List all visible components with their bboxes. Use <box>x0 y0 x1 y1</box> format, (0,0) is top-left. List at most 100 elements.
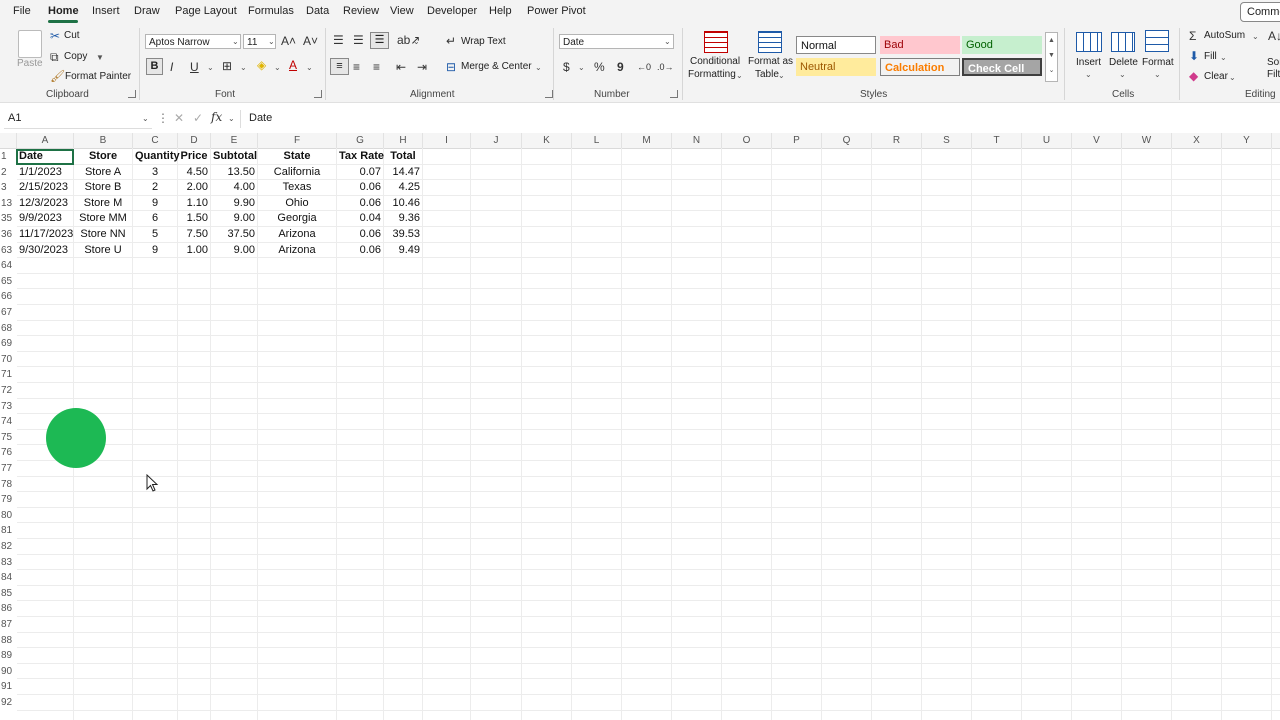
align-left-icon[interactable]: ≡ <box>330 58 349 75</box>
number-launcher-icon[interactable] <box>670 90 678 98</box>
data-cell[interactable]: 10.46 <box>386 196 420 211</box>
menu-review[interactable]: Review <box>343 5 379 17</box>
function-dropdown-icon[interactable]: ⌄ <box>228 114 235 123</box>
column-header-m[interactable]: M <box>622 133 672 148</box>
row-header-88[interactable]: 88 <box>0 633 16 649</box>
decrease-font-icon[interactable]: A˅ <box>303 35 318 47</box>
insert-dropdown-icon[interactable]: ⌄ <box>1085 70 1092 79</box>
underline-button[interactable]: U <box>190 61 199 73</box>
styles-gallery-scroll[interactable]: ▲ ▼ ⌄ <box>1045 32 1058 82</box>
column-header-x[interactable]: X <box>1172 133 1222 148</box>
sort-filter-icon[interactable]: A↓ <box>1268 30 1280 42</box>
row-header-36[interactable]: 36 <box>0 227 16 243</box>
style-check-cell[interactable]: Check Cell <box>962 58 1042 76</box>
data-cell[interactable]: 9/9/2023 <box>19 211 71 226</box>
row-header-72[interactable]: 72 <box>0 383 16 399</box>
bold-button[interactable]: B <box>146 58 163 75</box>
currency-dropdown-icon[interactable]: ⌄ <box>578 63 585 72</box>
wrap-text-button[interactable]: Wrap Text <box>461 36 506 47</box>
row-header-75[interactable]: 75 <box>0 430 16 446</box>
align-top-icon[interactable]: ☰ <box>333 34 344 46</box>
data-cell[interactable]: Store A <box>76 165 130 180</box>
data-cell[interactable]: 4.25 <box>386 180 420 195</box>
data-cell[interactable]: Arizona <box>260 227 334 242</box>
menu-home[interactable]: Home <box>48 5 79 17</box>
sort-label[interactable]: Sor <box>1267 57 1280 68</box>
format-cells-button[interactable]: Format <box>1142 57 1174 68</box>
menu-file[interactable]: File <box>13 5 31 17</box>
header-cell[interactable]: Total <box>386 149 420 164</box>
data-cell[interactable]: 9.36 <box>386 211 420 226</box>
delete-dropdown-icon[interactable]: ⌄ <box>1119 70 1126 79</box>
column-header-s[interactable]: S <box>922 133 972 148</box>
data-cell[interactable]: Store M <box>76 196 130 211</box>
data-cell[interactable]: 0.06 <box>339 196 381 211</box>
header-cell[interactable]: State <box>260 149 334 164</box>
data-cell[interactable]: Texas <box>260 180 334 195</box>
row-header-90[interactable]: 90 <box>0 664 16 680</box>
row-header-35[interactable]: 35 <box>0 211 16 227</box>
italic-button[interactable]: I <box>170 61 173 73</box>
column-header-r[interactable]: R <box>872 133 922 148</box>
header-cell[interactable]: Price <box>180 149 208 164</box>
column-header-c[interactable]: C <box>133 133 178 148</box>
data-cell[interactable]: 37.50 <box>213 227 255 242</box>
cut-button[interactable]: Cut <box>64 30 80 41</box>
style-normal[interactable]: Normal <box>796 36 876 54</box>
row-header-85[interactable]: 85 <box>0 586 16 602</box>
data-cell[interactable]: California <box>260 165 334 180</box>
fill-button[interactable]: Fill <box>1204 51 1217 62</box>
conditional-formatting-label2[interactable]: Formatting <box>688 69 736 80</box>
row-header-70[interactable]: 70 <box>0 352 16 368</box>
currency-icon[interactable]: $ <box>563 61 570 73</box>
align-center-icon[interactable]: ≡ <box>353 61 360 73</box>
row-header-82[interactable]: 82 <box>0 539 16 555</box>
increase-decimal-icon[interactable]: ←0 <box>637 61 651 73</box>
data-cell[interactable]: 2/15/2023 <box>19 180 71 195</box>
data-cell[interactable]: Georgia <box>260 211 334 226</box>
menu-power-pivot[interactable]: Power Pivot <box>527 5 586 17</box>
row-header-87[interactable]: 87 <box>0 617 16 633</box>
data-cell[interactable]: 9 <box>135 243 175 258</box>
orientation-dropdown-icon[interactable]: ⌄ <box>413 37 420 46</box>
column-header-u[interactable]: U <box>1022 133 1072 148</box>
menu-view[interactable]: View <box>390 5 414 17</box>
column-header-l[interactable]: L <box>572 133 622 148</box>
row-header-13[interactable]: 13 <box>0 196 16 212</box>
menu-data[interactable]: Data <box>306 5 329 17</box>
menu-draw[interactable]: Draw <box>134 5 160 17</box>
header-cell[interactable]: Store <box>76 149 130 164</box>
conditional-formatting-label1[interactable]: Conditional <box>690 56 740 67</box>
column-header-e[interactable]: E <box>211 133 258 148</box>
data-cell[interactable]: 12/3/2023 <box>19 196 71 211</box>
autosum-dropdown-icon[interactable]: ⌄ <box>1252 32 1259 41</box>
column-header-k[interactable]: K <box>522 133 572 148</box>
header-cell[interactable]: Subtotal <box>213 149 257 164</box>
data-cell[interactable]: 6 <box>135 211 175 226</box>
cancel-entry-icon[interactable]: ✕ <box>174 112 184 124</box>
align-bottom-icon[interactable]: ☰ <box>370 32 389 49</box>
align-middle-icon[interactable]: ☰ <box>353 34 364 46</box>
data-cell[interactable]: Store NN <box>76 227 130 242</box>
data-cell[interactable]: 9.90 <box>213 196 255 211</box>
style-good[interactable]: Good <box>962 36 1042 54</box>
borders-icon[interactable]: ⊞ <box>222 60 232 72</box>
data-cell[interactable]: 11/17/2023 <box>19 227 73 242</box>
name-box[interactable]: A1 ⌄ <box>4 110 152 129</box>
decrease-indent-icon[interactable]: ⇤ <box>396 61 406 73</box>
paste-icon[interactable] <box>18 30 42 58</box>
select-all-corner[interactable] <box>0 133 17 148</box>
insert-function-icon[interactable]: fx <box>211 111 222 123</box>
row-header-71[interactable]: 71 <box>0 367 16 383</box>
data-cell[interactable]: 1.50 <box>180 211 208 226</box>
font-name-select[interactable]: Aptos Narrow <box>145 34 241 49</box>
row-header-67[interactable]: 67 <box>0 305 16 321</box>
row-header-73[interactable]: 73 <box>0 399 16 415</box>
filter-label[interactable]: Filt <box>1267 69 1280 80</box>
header-cell[interactable]: Quantity <box>135 149 180 164</box>
row-header-81[interactable]: 81 <box>0 523 16 539</box>
formula-input[interactable]: Date <box>249 112 272 124</box>
column-header-f[interactable]: F <box>258 133 337 148</box>
fill-color-icon[interactable]: ◈ <box>257 59 266 71</box>
row-header-80[interactable]: 80 <box>0 508 16 524</box>
